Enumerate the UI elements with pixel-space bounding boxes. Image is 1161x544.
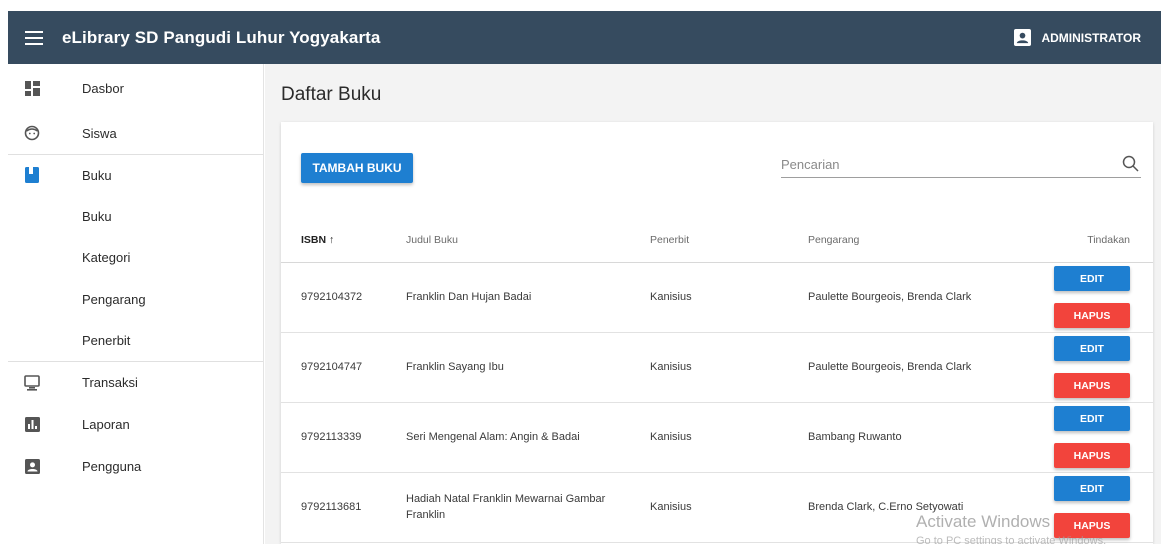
sidebar-item-label: Pengguna — [82, 459, 142, 474]
edit-button[interactable]: EDIT — [1054, 476, 1130, 501]
cell-isbn: 9792113339 — [281, 402, 406, 473]
sidebar-item-label: Laporan — [82, 417, 130, 432]
sidebar-item-label: Kategori — [82, 250, 131, 265]
account-box-icon — [24, 459, 40, 475]
dashboard-icon — [24, 80, 40, 96]
sidebar-item-laporan[interactable]: Laporan — [8, 403, 263, 446]
delete-button[interactable]: HAPUS — [1054, 303, 1130, 328]
chart-icon — [24, 417, 40, 433]
column-header-isbn[interactable]: ISBN ↑ — [281, 218, 406, 263]
cell-actions: EDIT HAPUS — [1053, 402, 1153, 473]
sidebar-item-buku[interactable]: Buku — [8, 155, 263, 195]
book-list-card: TAMBAH BUKU ISBN ↑ Judul Buku Penerbit P… — [281, 122, 1153, 544]
top-app-bar: eLibrary SD Pangudi Luhur Yogyakarta ADM… — [8, 11, 1161, 64]
menu-icon — [25, 30, 43, 45]
cell-actions: EDIT HAPUS — [1053, 332, 1153, 403]
table-header-row: ISBN ↑ Judul Buku Penerbit Pengarang Tin… — [281, 218, 1153, 263]
table-row: 9792113681 Hadiah Natal Franklin Mewarna… — [281, 472, 1153, 543]
search-icon[interactable] — [1121, 154, 1141, 174]
cell-title: Seri Mengenal Alam: Angin & Badai — [406, 402, 650, 473]
cell-actions: EDIT HAPUS — [1053, 262, 1153, 333]
app-root: eLibrary SD Pangudi Luhur Yogyakarta ADM… — [0, 0, 1161, 544]
sidebar-item-label: Buku — [82, 208, 112, 224]
edit-button[interactable]: EDIT — [1054, 336, 1130, 361]
cell-author: Bambang Ruwanto — [808, 402, 1053, 473]
sidebar-subitem-pengarang[interactable]: Pengarang — [8, 278, 263, 320]
cell-publisher: Kanisius — [650, 472, 808, 543]
menu-button[interactable] — [8, 11, 60, 64]
face-icon — [24, 125, 40, 141]
user-label: ADMINISTRATOR — [1041, 30, 1141, 45]
column-header-publisher[interactable]: Penerbit — [650, 218, 808, 263]
column-header-actions: Tindakan — [1053, 218, 1153, 263]
cell-isbn: 9792104372 — [281, 262, 406, 333]
sidebar-item-label: Siswa — [82, 125, 117, 141]
table-row: 9792104747 Franklin Sayang Ibu Kanisius … — [281, 332, 1153, 403]
table-row: 9792113339 Seri Mengenal Alam: Angin & B… — [281, 402, 1153, 473]
sidebar-item-label: Transaksi — [82, 375, 138, 390]
sidebar: Dasbor Siswa Buku Buku Kategori Pengaran… — [8, 64, 264, 544]
delete-button[interactable]: HAPUS — [1054, 373, 1130, 398]
sidebar-item-label: Buku — [82, 167, 112, 183]
cell-author: Brenda Clark, C.Erno Setyowati — [808, 472, 1053, 543]
edit-button[interactable]: EDIT — [1054, 406, 1130, 431]
main-content: Daftar Buku TAMBAH BUKU ISBN ↑ Judul Buk… — [265, 64, 1161, 544]
sidebar-item-dasbor[interactable]: Dasbor — [8, 64, 263, 112]
book-icon — [24, 167, 40, 183]
table-row: 9792104372 Franklin Dan Hujan Badai Kani… — [281, 262, 1153, 333]
search-field — [781, 152, 1141, 178]
cell-author: Paulette Bourgeois, Brenda Clark — [808, 262, 1053, 333]
cell-isbn: 9792104747 — [281, 332, 406, 403]
user-menu[interactable]: ADMINISTRATOR — [1014, 29, 1141, 46]
delete-button[interactable]: HAPUS — [1054, 443, 1130, 468]
search-input[interactable] — [781, 152, 1101, 176]
sidebar-item-label: Penerbit — [82, 333, 131, 348]
arrow-up-icon: ↑ — [326, 233, 335, 246]
sidebar-item-transaksi[interactable]: Transaksi — [8, 362, 263, 403]
cell-author: Paulette Bourgeois, Brenda Clark — [808, 332, 1053, 403]
delete-button[interactable]: HAPUS — [1054, 513, 1130, 538]
sidebar-item-label: Pengarang — [82, 291, 146, 307]
cell-isbn: 9792113681 — [281, 472, 406, 543]
cell-publisher: Kanisius — [650, 262, 808, 333]
page-title: Daftar Buku — [281, 84, 382, 105]
sidebar-subitem-penerbit[interactable]: Penerbit — [8, 320, 263, 361]
cell-publisher: Kanisius — [650, 332, 808, 403]
cell-title: Franklin Sayang Ibu — [406, 332, 650, 403]
column-header-title[interactable]: Judul Buku — [406, 218, 650, 263]
book-table: ISBN ↑ Judul Buku Penerbit Pengarang Tin… — [281, 218, 1153, 543]
cell-title: Hadiah Natal Franklin Mewarnai Gambar Fr… — [406, 472, 650, 543]
sidebar-item-label: Dasbor — [82, 80, 124, 96]
column-header-label: ISBN — [301, 233, 327, 246]
cell-title: Franklin Dan Hujan Badai — [406, 262, 650, 333]
cell-publisher: Kanisius — [650, 402, 808, 473]
sidebar-subitem-buku[interactable]: Buku — [8, 195, 263, 237]
column-header-author[interactable]: Pengarang — [808, 218, 1053, 263]
computer-icon — [24, 374, 40, 391]
sidebar-subitem-kategori[interactable]: Kategori — [8, 237, 263, 278]
app-title: eLibrary SD Pangudi Luhur Yogyakarta — [62, 27, 381, 47]
cell-actions: EDIT HAPUS — [1053, 472, 1153, 543]
edit-button[interactable]: EDIT — [1054, 266, 1130, 291]
sidebar-item-pengguna[interactable]: Pengguna — [8, 446, 263, 487]
sidebar-item-siswa[interactable]: Siswa — [8, 112, 263, 154]
add-book-button[interactable]: TAMBAH BUKU — [301, 153, 413, 183]
account-box-icon — [1014, 29, 1032, 46]
